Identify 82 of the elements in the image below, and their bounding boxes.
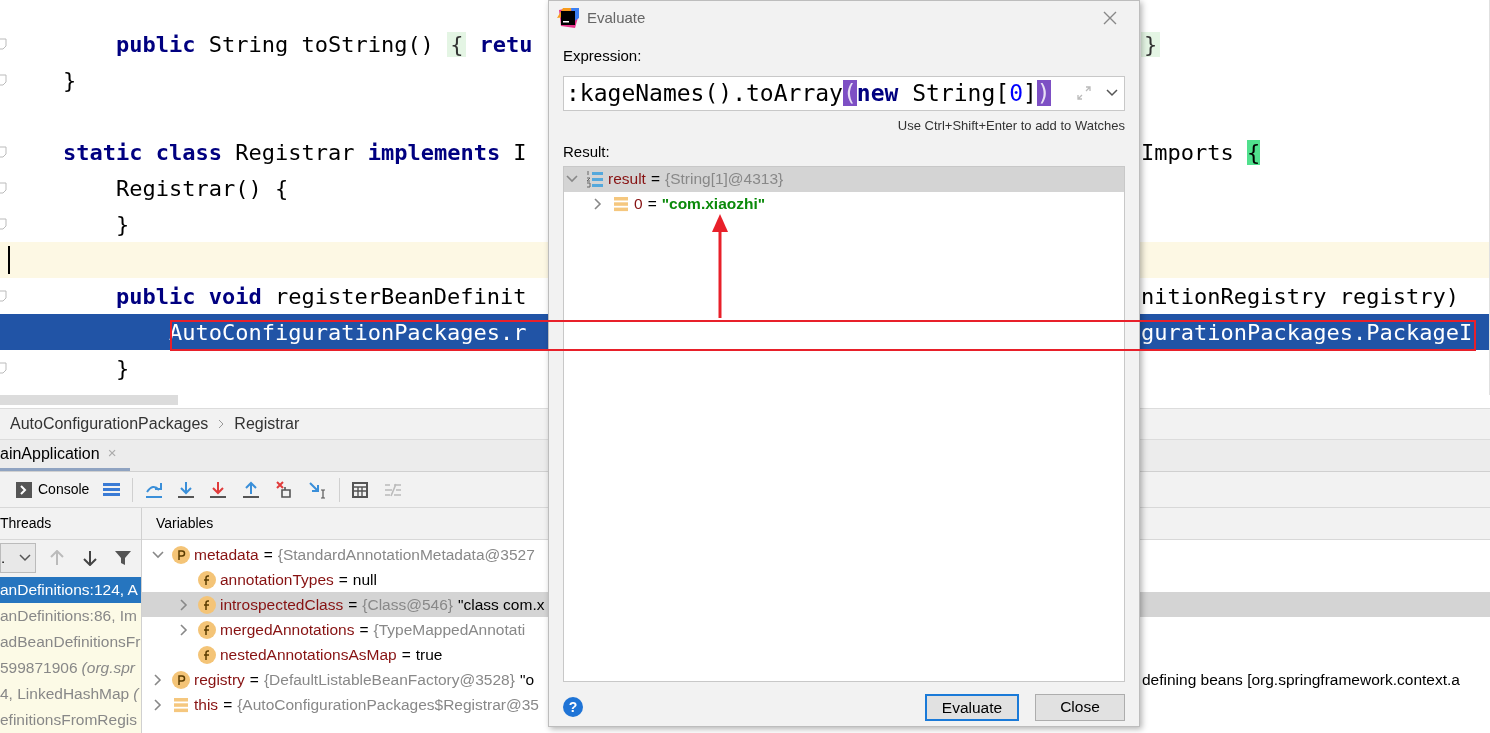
field-icon xyxy=(198,570,216,589)
list-icon xyxy=(612,195,630,213)
filter-icon[interactable] xyxy=(115,550,131,567)
code-text: Registrar() { xyxy=(114,174,289,203)
drop-frame-icon[interactable] xyxy=(276,481,293,498)
step-out-icon[interactable] xyxy=(243,480,260,499)
parameter-icon xyxy=(172,670,190,689)
code-text: Imports { xyxy=(1141,138,1261,167)
breadcrumb-item[interactable]: AutoConfigurationPackages xyxy=(10,412,209,436)
app-logo-icon xyxy=(557,8,579,28)
chevron-right-icon[interactable] xyxy=(152,673,164,686)
hint-text: Use Ctrl+Shift+Enter to add to Watches xyxy=(897,116,1125,135)
step-into-icon[interactable] xyxy=(178,480,195,499)
expand-icon[interactable] xyxy=(1076,85,1092,101)
code-text: } xyxy=(63,66,77,95)
array-icon xyxy=(586,170,604,188)
chevron-right-icon[interactable] xyxy=(592,198,604,210)
trace-icon[interactable] xyxy=(385,482,402,497)
chevron-right-icon[interactable] xyxy=(178,598,190,611)
code-text: static class Registrar implements I xyxy=(63,138,527,167)
code-text: public String toString() { retu xyxy=(114,30,533,59)
parameter-icon xyxy=(172,545,190,564)
field-label: Expression: xyxy=(563,46,643,66)
expression-field[interactable]: :kageNames().toArray(new String[0]) xyxy=(563,75,1125,111)
tab-label: ainApplication xyxy=(0,443,100,464)
run-to-cursor-icon[interactable] xyxy=(309,480,328,499)
variable-text: 0 = "com.xiaozhi" xyxy=(634,194,766,215)
code-text: } xyxy=(114,354,130,383)
fold-icon[interactable] xyxy=(0,290,7,302)
variable-text: metadata = {StandardAnnotationMetadata@3527 xyxy=(194,544,535,565)
field-icon xyxy=(198,620,216,639)
variable-text: registry = {DefaultListableBeanFactory@3528} "o xyxy=(194,669,534,690)
variable-text: mergedAnnotations = {TypeMappedAnnotati xyxy=(220,619,526,640)
chevron-right-icon[interactable] xyxy=(152,698,164,711)
console-icon xyxy=(16,481,32,498)
variable-text: result = {String[1]@4313} xyxy=(608,169,784,190)
fold-icon[interactable] xyxy=(0,74,7,86)
chevron-down-icon[interactable] xyxy=(152,548,164,561)
variable-text: this = {AutoConfigurationPackages$Registrar@35 xyxy=(194,694,539,715)
code-text: } xyxy=(114,210,130,239)
field-icon xyxy=(198,595,216,614)
dialog-button[interactable]: Evaluate xyxy=(925,693,1019,721)
text-caret xyxy=(8,246,10,274)
stack-frame[interactable]: anDefinitions:124, A xyxy=(0,577,141,603)
fold-icon[interactable] xyxy=(0,38,7,50)
chevron-down-icon xyxy=(19,554,31,563)
list-icon xyxy=(172,695,190,714)
force-step-into-icon[interactable] xyxy=(210,480,227,499)
panel-title: Variables xyxy=(156,514,214,533)
stack-frame[interactable]: anDefinitions:86, Im xyxy=(0,603,141,629)
code-text: nitionRegistry registry) xyxy=(1141,282,1459,311)
code-text: public void registerBeanDefinit xyxy=(114,282,527,311)
variable-text: introspectedClass = {Class@546} "class com.x xyxy=(220,594,545,615)
panel-title: Threads xyxy=(0,513,52,533)
field-label: Result: xyxy=(563,142,611,162)
console-tab[interactable]: Console xyxy=(16,479,90,500)
stack-frame[interactable]: 4, LinkedHashMap ( xyxy=(0,681,141,707)
step-over-icon[interactable] xyxy=(145,480,164,499)
variable-text: defining beans [org.springframework.context.a xyxy=(1142,669,1460,690)
dialog-button[interactable]: Close xyxy=(1035,693,1125,721)
fold-icon[interactable] xyxy=(0,146,7,158)
scrollbar-thumb[interactable] xyxy=(0,395,178,405)
arrow-up-icon[interactable] xyxy=(50,550,64,567)
fold-icon[interactable] xyxy=(0,218,7,230)
chevron-right-icon[interactable] xyxy=(178,623,190,636)
chevron-down-icon[interactable] xyxy=(1106,89,1118,97)
thread-dropdown[interactable]: . xyxy=(0,543,36,574)
tree-row[interactable]: result = {String[1]@4313} xyxy=(564,166,1124,192)
menu-icon[interactable] xyxy=(103,482,121,497)
field-icon xyxy=(198,645,216,664)
calculator-icon[interactable] xyxy=(352,481,369,498)
arrow-down-icon[interactable] xyxy=(83,550,97,567)
code-text: gurationPackages.PackageI xyxy=(1141,318,1473,347)
dialog-title: Evaluate xyxy=(587,7,646,28)
variable-text: nestedAnnotationsAsMap = true xyxy=(220,644,443,665)
breadcrumb-item[interactable]: Registrar xyxy=(234,412,300,436)
chevron-right-icon xyxy=(218,419,225,429)
fold-icon[interactable] xyxy=(0,362,7,374)
fold-icon[interactable] xyxy=(0,182,7,194)
variable-text: annotationTypes = null xyxy=(220,569,377,590)
help-button[interactable]: ? xyxy=(563,697,583,717)
close-icon[interactable] xyxy=(1103,11,1117,25)
